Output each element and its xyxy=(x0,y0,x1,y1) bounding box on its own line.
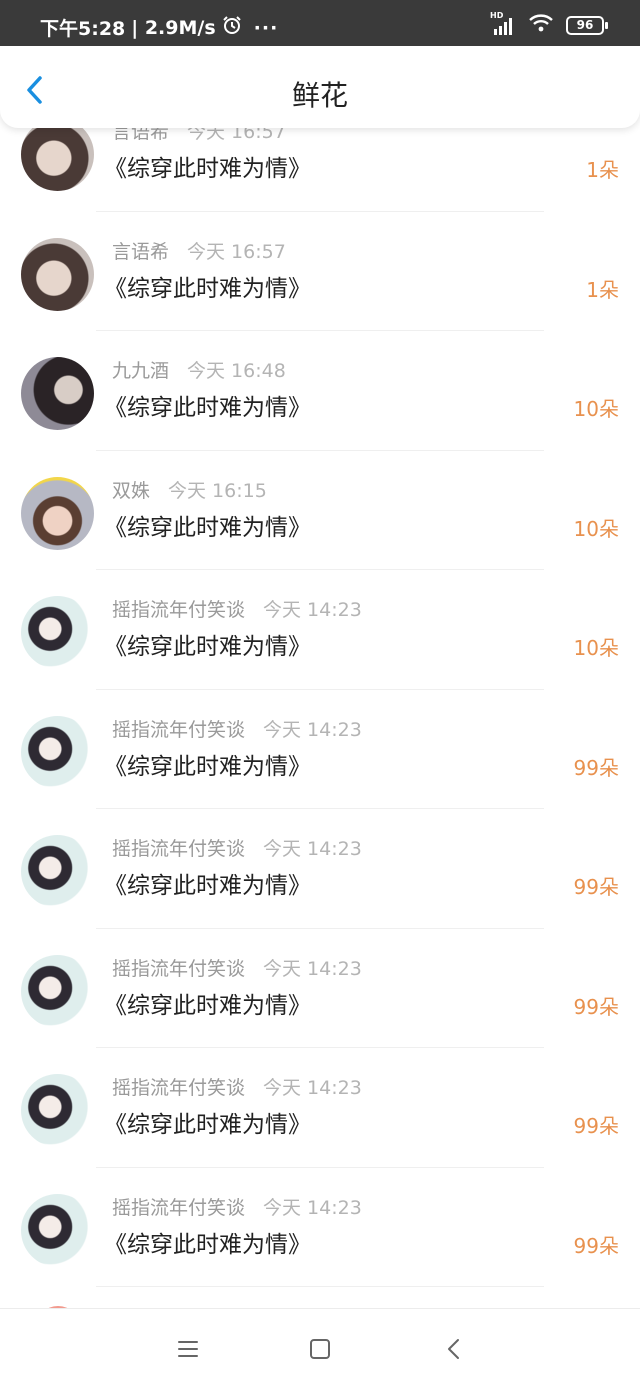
nav-menu-button[interactable] xyxy=(174,1335,202,1363)
flower-count: 99朵 xyxy=(573,875,619,899)
send-time: 今天 14:23 xyxy=(263,957,362,980)
signal-icon: HD xyxy=(490,11,516,35)
send-time: 今天 16:48 xyxy=(187,360,286,382)
book-title: 《综穿此时难为情》 xyxy=(104,1112,311,1138)
sender-meta: 九九酒 今天 16:48 xyxy=(112,356,286,383)
menu-icon xyxy=(178,1341,198,1357)
status-more: ··· xyxy=(253,16,279,39)
book-title: 《综穿此时难为情》 xyxy=(104,992,311,1019)
sender-meta: 双姝 今天 16:15 xyxy=(112,476,267,503)
send-time: 今天 14:23 xyxy=(263,1196,362,1219)
status-bar: 下午5:28 | 2.9M/s ··· HD 96 xyxy=(0,0,640,46)
avatar xyxy=(21,118,94,191)
avatar xyxy=(21,954,94,1028)
sender-meta: 摇指流年付笑谈 今天 14:23 xyxy=(112,1193,362,1220)
list-item[interactable]: 双姝 今天 16:15 《综穿此时难为情》 10朵 xyxy=(0,451,640,571)
wifi-icon xyxy=(528,13,554,37)
square-icon xyxy=(310,1339,330,1359)
send-time: 今天 14:23 xyxy=(263,718,362,741)
book-title: 《综穿此时难为情》 xyxy=(104,1231,311,1258)
page-title: 鲜花 xyxy=(291,79,348,112)
flower-count: 1朵 xyxy=(586,158,619,182)
system-nav-bar xyxy=(0,1308,640,1388)
flower-count: 99朵 xyxy=(573,755,619,780)
flower-count: 10朵 xyxy=(573,516,619,541)
flower-count: 99朵 xyxy=(573,1233,619,1258)
sender-name: 摇指流年付笑谈 xyxy=(112,599,246,621)
book-title: 《综穿此时难为情》 xyxy=(104,753,311,780)
send-time: 今天 16:15 xyxy=(168,479,267,502)
sender-name: 双姝 xyxy=(112,479,151,502)
avatar xyxy=(21,237,94,311)
avatar xyxy=(21,357,94,430)
sender-meta: 摇指流年付笑谈 今天 14:23 xyxy=(112,595,362,622)
send-time: 今天 14:23 xyxy=(263,1077,362,1099)
sender-meta: 摇指流年付笑谈 今天 14:23 xyxy=(112,954,362,981)
list-item[interactable]: 摇指流年付笑谈 今天 14:23 《综穿此时难为情》 99朵 xyxy=(0,1168,640,1288)
list-item[interactable]: 摇指流年付笑谈 今天 14:23 《综穿此时难为情》 99朵 xyxy=(0,929,640,1049)
flower-list: 言语希 今天 16:57 《综穿此时难为情》 1朵 言语希 今天 16:57 《综穿… xyxy=(0,92,640,1287)
sender-name: 言语希 xyxy=(112,240,170,263)
alarm-icon xyxy=(222,15,242,40)
send-time: 今天 16:57 xyxy=(187,240,286,263)
avatar xyxy=(21,715,94,789)
status-right: HD 96 xyxy=(490,11,608,37)
sender-name: 九九酒 xyxy=(112,360,170,382)
sender-meta: 言语希 今天 16:57 xyxy=(112,237,286,264)
avatar xyxy=(21,1074,94,1147)
book-title: 《综穿此时难为情》 xyxy=(104,395,311,421)
avatar xyxy=(21,596,94,669)
book-title: 《综穿此时难为情》 xyxy=(104,514,311,541)
list-item[interactable]: 言语希 今天 16:57 《综穿此时难为情》 1朵 xyxy=(0,212,640,332)
sender-meta: 摇指流年付笑谈 今天 14:23 xyxy=(112,715,362,742)
status-time: 下午5:28 xyxy=(40,18,126,40)
book-title: 《综穿此时难为情》 xyxy=(104,156,311,182)
list-item[interactable]: 摇指流年付笑谈 今天 14:23 《综穿此时难为情》 10朵 xyxy=(0,570,640,690)
sender-name: 摇指流年付笑谈 xyxy=(112,957,246,980)
sender-meta: 摇指流年付笑谈 今天 14:23 xyxy=(112,1073,362,1100)
sender-name: 摇指流年付笑谈 xyxy=(112,718,246,741)
book-title: 《综穿此时难为情》 xyxy=(104,634,311,660)
sender-meta: 摇指流年付笑谈 今天 14:23 xyxy=(112,834,362,861)
sender-name: 摇指流年付笑谈 xyxy=(112,1196,246,1219)
avatar xyxy=(21,1193,94,1267)
avatar xyxy=(21,476,94,550)
book-title: 《综穿此时难为情》 xyxy=(104,275,311,302)
flower-count: 1朵 xyxy=(586,277,619,302)
nav-back-button[interactable] xyxy=(440,1335,468,1363)
list-item[interactable]: 摇指流年付笑谈 今天 14:23 《综穿此时难为情》 99朵 xyxy=(0,690,640,810)
battery-icon: 96 xyxy=(566,15,608,35)
app-header: 鲜花 xyxy=(0,46,640,128)
status-net-speed: | 2.9M/s xyxy=(131,16,216,39)
status-left: 下午5:28 | 2.9M/s ··· xyxy=(40,14,278,41)
avatar xyxy=(21,835,94,908)
list-item[interactable]: 九九酒 今天 16:48 《综穿此时难为情》 10朵 xyxy=(0,331,640,451)
sender-name: 摇指流年付笑谈 xyxy=(112,838,246,860)
sender-name: 摇指流年付笑谈 xyxy=(112,1077,246,1099)
send-time: 今天 14:23 xyxy=(263,838,362,860)
flower-count: 10朵 xyxy=(573,636,619,660)
flower-count: 99朵 xyxy=(573,1114,619,1138)
list-item[interactable]: 摇指流年付笑谈 今天 14:23 《综穿此时难为情》 99朵 xyxy=(0,1048,640,1168)
flower-count: 99朵 xyxy=(573,994,619,1019)
book-title: 《综穿此时难为情》 xyxy=(104,873,311,899)
list-item[interactable]: 摇指流年付笑谈 今天 14:23 《综穿此时难为情》 99朵 xyxy=(0,809,640,929)
flower-count: 10朵 xyxy=(573,397,619,421)
triangle-back-icon xyxy=(448,1339,459,1359)
nav-home-button[interactable] xyxy=(306,1335,334,1363)
send-time: 今天 14:23 xyxy=(263,599,362,621)
